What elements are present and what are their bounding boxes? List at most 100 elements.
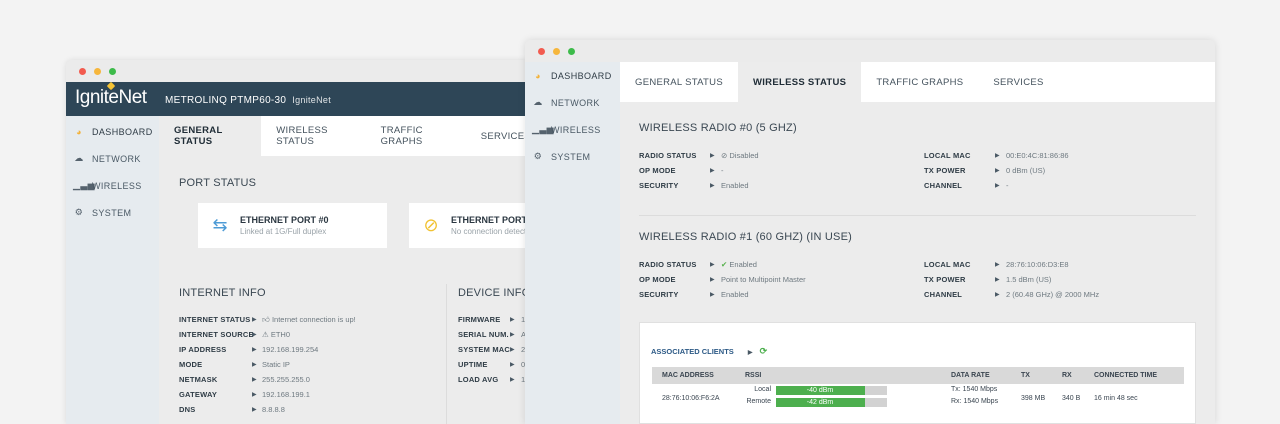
- dashboard-icon: ◕: [76, 126, 82, 137]
- chevron-right-icon: ▶: [710, 153, 715, 159]
- port-title: ETHERNET PORT #0: [240, 215, 329, 225]
- table-row[interactable]: 28:76:10:06:F6:2A Local -40 dBm Remote -…: [652, 385, 1184, 411]
- maximize-window-button[interactable]: [568, 48, 575, 55]
- rssi-local-value: -40 dBm: [806, 387, 834, 394]
- tab-services[interactable]: SERVICES: [978, 62, 1059, 102]
- column-divider: [446, 284, 447, 424]
- kv-row: SYSTEM MAC ▶ 2: [458, 342, 526, 357]
- column-header-connected-time[interactable]: CONNECTED TIME: [1094, 367, 1157, 384]
- chevron-right-icon: ▶: [710, 277, 715, 283]
- kv-key: NETMASK: [179, 375, 218, 384]
- sidebar-item-label: WIRELESS: [92, 180, 142, 191]
- kv-row: RADIO STATUS ▶ ⊘ Disabled: [639, 148, 759, 163]
- chevron-right-icon: ▶: [710, 168, 715, 174]
- internet-source-text: ETH0: [270, 330, 290, 339]
- tab-traffic-graphs[interactable]: TRAFFIC GRAPHS: [365, 116, 466, 156]
- port-card-eth0[interactable]: ⇆ ETHERNET PORT #0 Linked at 1G/Full dupl…: [198, 203, 387, 248]
- kv-row: RADIO STATUS ▶ ✔ Enabled: [639, 257, 806, 272]
- kv-row: UPTIME ▶ 0: [458, 357, 526, 372]
- rssi-local-label: Local: [754, 386, 771, 393]
- sidebar-item-label: NETWORK: [92, 153, 141, 164]
- kv-value: -: [1006, 181, 1009, 190]
- device-info-list: FIRMWARE ▶ 1 SERIAL NUM. ▶ A SYSTEM MAC ▶ 2 UP…: [458, 312, 526, 387]
- sidebar-item-label: DASHBOARD: [551, 70, 612, 81]
- radio0-right-list: LOCAL MAC ▶ 00:E0:4C:81:86:86 TX POWER ▶ 0 d…: [924, 148, 1069, 193]
- chevron-right-icon: ▶: [510, 362, 515, 368]
- tab-traffic-graphs[interactable]: TRAFFIC GRAPHS: [861, 62, 979, 102]
- sidebar-item-network[interactable]: ☁ NETWORK: [525, 89, 620, 116]
- associated-clients-panel: ASSOCIATED CLIENTS ▶ ⟳ MAC ADDRESS RSSI …: [639, 322, 1196, 424]
- sidebar-item-wireless[interactable]: ▁▃▅ WIRELESS: [66, 172, 159, 199]
- tab-general-status[interactable]: GENERAL STATUS: [620, 62, 738, 102]
- kv-row: SERIAL NUM. ▶ A: [458, 327, 526, 342]
- close-window-button[interactable]: [79, 68, 86, 75]
- kv-row: DNS ▶ 8.8.8.8: [179, 402, 356, 417]
- chevron-right-icon: ▶: [252, 317, 257, 323]
- kv-row: SECURITY ▶ Enabled: [639, 287, 806, 302]
- sidebar-item-label: NETWORK: [551, 97, 600, 108]
- chevron-right-icon: ▶: [995, 262, 1000, 268]
- column-header-rssi[interactable]: RSSI: [745, 367, 761, 384]
- kv-key: SYSTEM MAC: [458, 345, 511, 354]
- device-brand: IgniteNet: [292, 95, 332, 105]
- chevron-right-icon: ▶: [252, 392, 257, 398]
- kv-key: UPTIME: [458, 360, 488, 369]
- internet-info-heading: INTERNET INFO: [179, 287, 266, 299]
- sidebar-item-system[interactable]: ⚙ SYSTEM: [525, 143, 620, 170]
- sidebar-item-network[interactable]: ☁ NETWORK: [66, 145, 159, 172]
- kv-row: INTERNET STATUS ▶ 👍︎ Internet connection i…: [179, 312, 356, 327]
- radio0-heading: WIRELESS RADIO #0 (5 GHZ): [639, 122, 797, 134]
- minimize-window-button[interactable]: [553, 48, 560, 55]
- tab-wireless-status[interactable]: WIRELESS STATUS: [261, 116, 366, 156]
- chevron-right-icon: ▶: [252, 362, 257, 368]
- refresh-icon[interactable]: ⟳: [760, 346, 768, 356]
- disabled-icon: ⊘: [721, 151, 728, 160]
- sidebar-item-dashboard[interactable]: ◕ DASHBOARD: [525, 62, 620, 89]
- minimize-window-button[interactable]: [94, 68, 101, 75]
- kv-key: RADIO STATUS: [639, 151, 697, 160]
- column-header-rx[interactable]: RX: [1062, 367, 1072, 384]
- chevron-right-icon: ▶: [510, 377, 515, 383]
- kv-key: LOCAL MAC: [924, 151, 971, 160]
- thumbs-up-icon: 👍︎: [262, 314, 270, 324]
- kv-value: 192.168.199.1: [262, 390, 310, 399]
- sidebar-item-system[interactable]: ⚙ SYSTEM: [66, 199, 159, 226]
- client-mac: 28:76:10:06:F6:2A: [662, 395, 720, 402]
- kv-row: LOCAL MAC ▶ 00:E0:4C:81:86:86: [924, 148, 1069, 163]
- kv-row: TX POWER ▶ 0 dBm (US): [924, 163, 1069, 178]
- kv-key: DNS: [179, 405, 196, 414]
- kv-value: Enabled: [721, 290, 749, 299]
- column-header-mac[interactable]: MAC ADDRESS: [662, 367, 714, 384]
- radio1-right-list: LOCAL MAC ▶ 28:76:10:06:D3:E8 TX POWER ▶ 1.5…: [924, 257, 1099, 302]
- kv-row: CHANNEL ▶ 2 (60.48 GHz) @ 2000 MHz: [924, 287, 1099, 302]
- ignitenet-logo[interactable]: IgniteNet: [75, 81, 147, 109]
- chevron-right-icon: ▶: [510, 317, 515, 323]
- column-header-data-rate[interactable]: DATA RATE: [951, 367, 990, 384]
- tab-bar: GENERAL STATUS WIRELESS STATUS TRAFFIC G…: [159, 116, 546, 156]
- kv-key: OP MODE: [639, 166, 676, 175]
- column-header-tx[interactable]: TX: [1021, 367, 1030, 384]
- kv-row: LOCAL MAC ▶ 28:76:10:06:D3:E8: [924, 257, 1099, 272]
- close-window-button[interactable]: [538, 48, 545, 55]
- gear-icon: ⚙: [533, 151, 543, 161]
- top-bar: IgniteNet METROLINQ PTMP60-30 IgniteNet: [66, 81, 546, 116]
- dashboard-icon: ◕: [535, 70, 541, 81]
- no-connection-icon: ⊘: [423, 215, 439, 235]
- tab-general-status[interactable]: GENERAL STATUS: [159, 116, 262, 156]
- rssi-remote-value: -42 dBm: [806, 399, 834, 406]
- chevron-right-icon: ▶: [995, 292, 1000, 298]
- sidebar-item-dashboard[interactable]: ◕ DASHBOARD: [66, 118, 159, 145]
- kv-value: 8.8.8.8: [262, 405, 285, 414]
- rssi-remote-bar: -42 dBm: [776, 398, 887, 407]
- kv-key: MODE: [179, 360, 203, 369]
- tab-bar: GENERAL STATUS WIRELESS STATUS TRAFFIC G…: [620, 62, 1215, 102]
- tab-wireless-status[interactable]: WIRELESS STATUS: [737, 62, 862, 102]
- data-rate-tx: Tx: 1540 Mbps: [951, 386, 998, 393]
- radio1-left-list: RADIO STATUS ▶ ✔ Enabled OP MODE ▶ Point to …: [639, 257, 806, 302]
- maximize-window-button[interactable]: [109, 68, 116, 75]
- kv-value: 👍︎ Internet connection is up!: [262, 315, 356, 325]
- kv-value: ✔ Enabled: [721, 260, 757, 269]
- kv-value[interactable]: ⚠ ETH0: [262, 330, 290, 339]
- sidebar-item-wireless[interactable]: ▁▃▅ WIRELESS: [525, 116, 620, 143]
- kv-key: INTERNET STATUS: [179, 315, 251, 324]
